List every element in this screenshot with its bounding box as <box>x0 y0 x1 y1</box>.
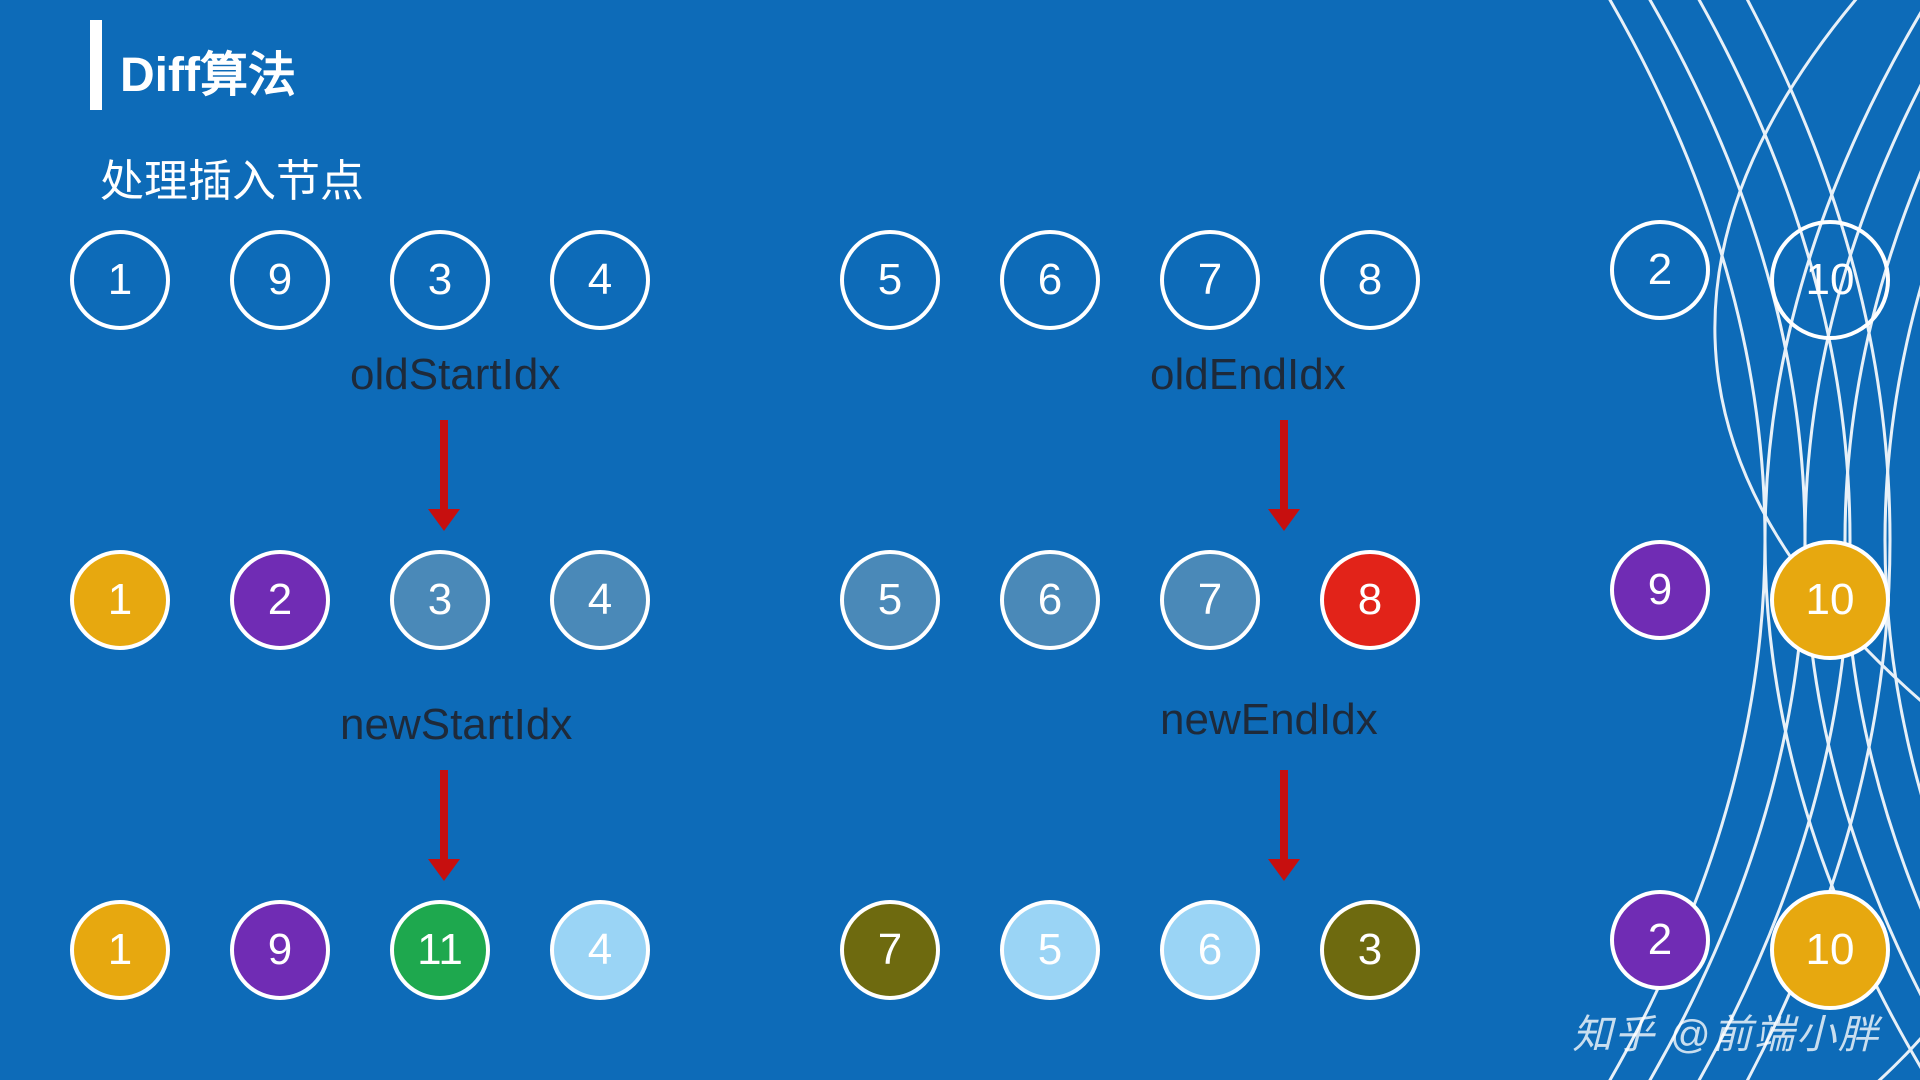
bot-node-9: 10 <box>1770 890 1890 1010</box>
mid-node-4: 5 <box>840 550 940 650</box>
mid-node-8: 9 <box>1610 540 1710 640</box>
arrow-new-end <box>1280 770 1288 865</box>
bot-node-6: 6 <box>1160 900 1260 1000</box>
title-bar: Diff算法 <box>90 30 296 110</box>
title-accent <box>90 20 102 110</box>
top-node-1: 9 <box>230 230 330 330</box>
top-node-6: 7 <box>1160 230 1260 330</box>
bot-node-1: 9 <box>230 900 330 1000</box>
row-bottom: 1 9 11 4 7 5 6 3 2 10 <box>70 890 1890 1010</box>
mid-node-2: 3 <box>390 550 490 650</box>
bot-node-0: 1 <box>70 900 170 1000</box>
top-node-9: 10 <box>1770 220 1890 340</box>
top-node-7: 8 <box>1320 230 1420 330</box>
watermark-text: 知乎 @前端小胖 <box>1572 1002 1880 1060</box>
mid-node-7: 8 <box>1320 550 1420 650</box>
bot-node-5: 5 <box>1000 900 1100 1000</box>
top-node-4: 5 <box>840 230 940 330</box>
label-old-end: oldEndIdx <box>1150 350 1346 400</box>
page-title: Diff算法 <box>120 35 296 105</box>
bot-node-8: 2 <box>1610 890 1710 990</box>
mid-node-1: 2 <box>230 550 330 650</box>
bot-node-3: 4 <box>550 900 650 1000</box>
mid-node-6: 7 <box>1160 550 1260 650</box>
arrow-old-start <box>440 420 448 515</box>
label-old-start: oldStartIdx <box>350 350 560 400</box>
mid-node-5: 6 <box>1000 550 1100 650</box>
bot-node-2: 11 <box>390 900 490 1000</box>
bot-node-4: 7 <box>840 900 940 1000</box>
label-new-end: newEndIdx <box>1160 695 1378 745</box>
label-new-start: newStartIdx <box>340 700 572 750</box>
top-node-5: 6 <box>1000 230 1100 330</box>
subtitle: 处理插入节点 <box>100 145 364 209</box>
row-middle: 1 2 3 4 5 6 7 8 9 10 <box>70 540 1890 660</box>
mid-node-3: 4 <box>550 550 650 650</box>
top-node-0: 1 <box>70 230 170 330</box>
top-node-3: 4 <box>550 230 650 330</box>
bot-node-7: 3 <box>1320 900 1420 1000</box>
row-top: 1 9 3 4 5 6 7 8 2 10 <box>70 220 1890 340</box>
mid-node-9: 10 <box>1770 540 1890 660</box>
top-node-8: 2 <box>1610 220 1710 320</box>
watermark: 知乎 @前端小胖 <box>1572 1002 1880 1060</box>
arrow-new-start <box>440 770 448 865</box>
top-node-2: 3 <box>390 230 490 330</box>
arrow-old-end <box>1280 420 1288 515</box>
mid-node-0: 1 <box>70 550 170 650</box>
